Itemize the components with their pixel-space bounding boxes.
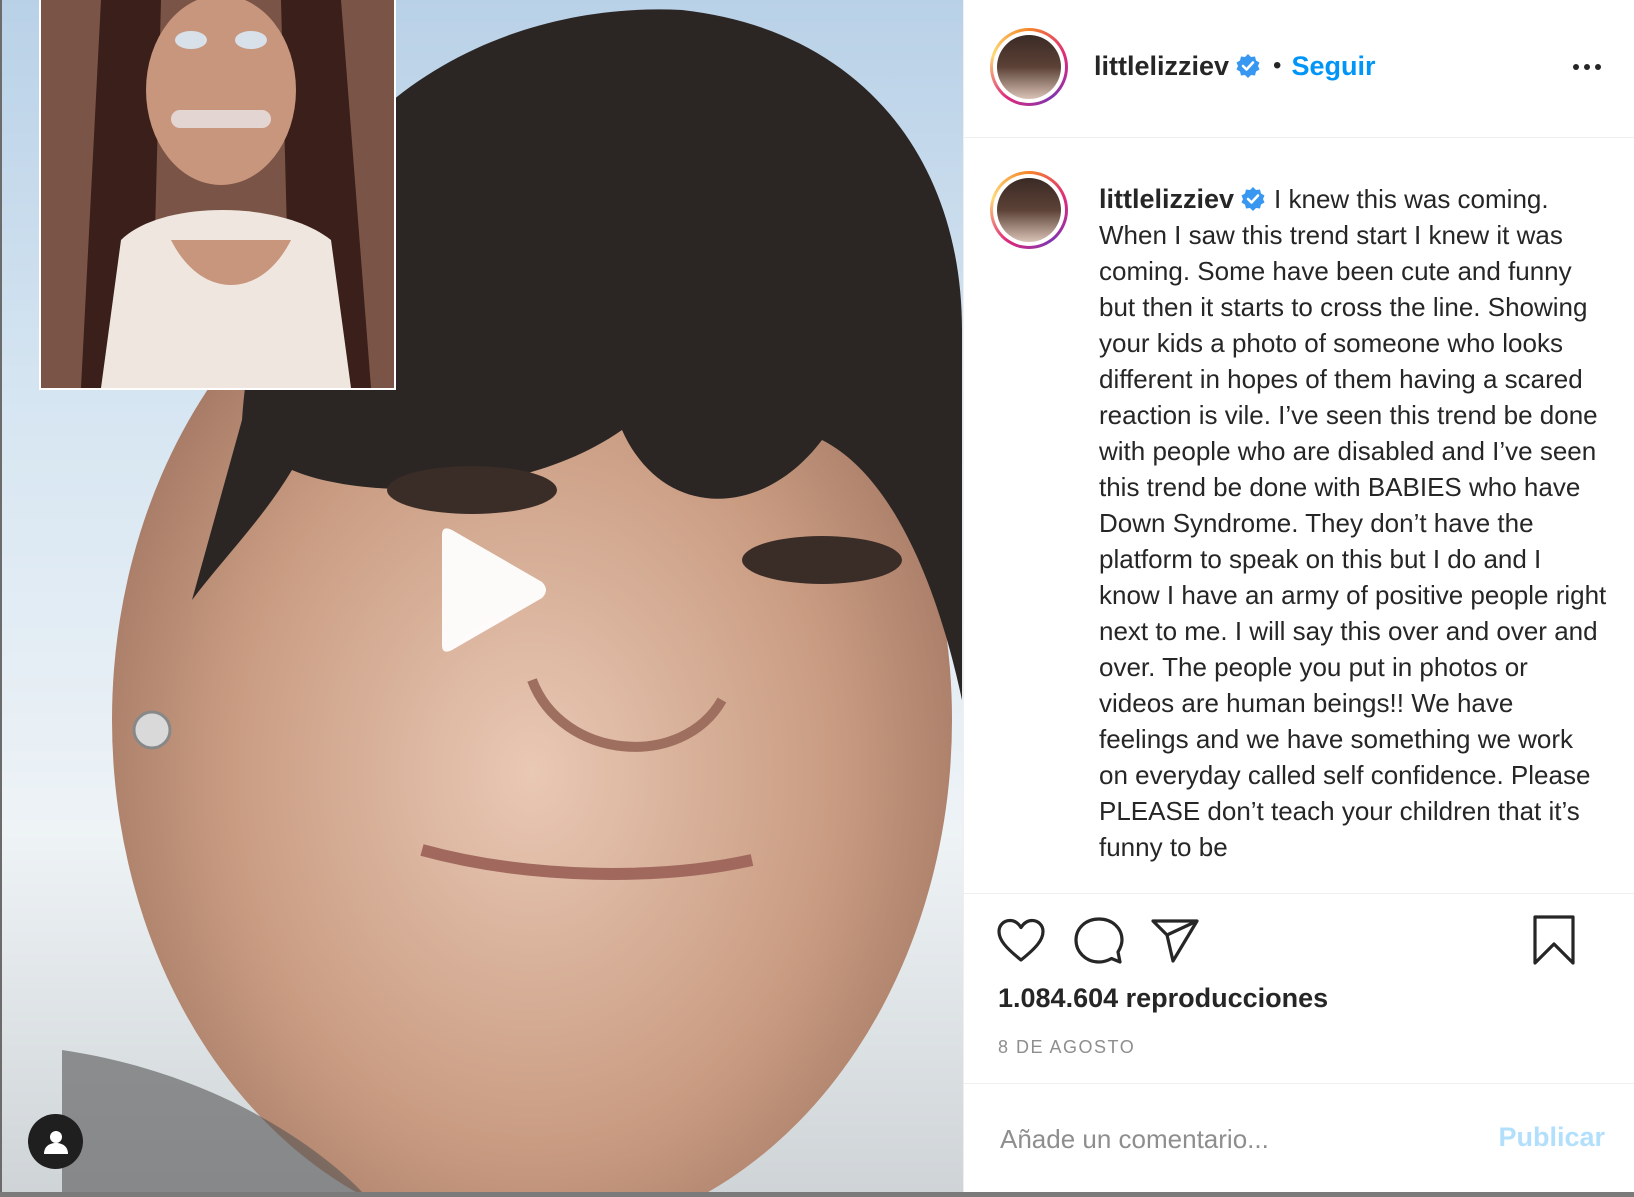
caption-text: I knew this was coming. When I saw this …	[1099, 184, 1607, 862]
separator-dot: •	[1273, 52, 1282, 79]
play-icon	[442, 528, 546, 652]
post-sidebar: littlelizziev • Seguir littlelizziev I kn…	[963, 0, 1634, 1192]
avatar-image	[997, 35, 1061, 99]
comment-section: Publicar	[964, 1083, 1634, 1192]
more-options-icon[interactable]	[1567, 52, 1607, 82]
verified-badge-icon	[1241, 187, 1265, 212]
post-header: littlelizziev • Seguir	[964, 0, 1634, 138]
caption-avatar-image	[997, 178, 1061, 242]
heart-icon[interactable]	[996, 918, 1046, 964]
view-count: 1.084.604 reproducciones	[998, 983, 1329, 1013]
caption-username-link[interactable]: littlelizziev	[1099, 184, 1234, 214]
header-user-line: littlelizziev • Seguir	[1094, 46, 1375, 86]
actions-section: 1.084.604 reproducciones 8 de agosto	[964, 893, 1634, 1083]
comment-icon[interactable]	[1074, 916, 1124, 966]
publish-button[interactable]: Publicar	[1498, 1122, 1605, 1153]
window-bottom-edge	[0, 1192, 1634, 1197]
bookmark-icon[interactable]	[1532, 914, 1576, 966]
post-media[interactable]	[2, 0, 963, 1192]
post-date[interactable]: 8 de agosto	[998, 1037, 1135, 1058]
inset-photo	[39, 0, 396, 390]
play-button[interactable]	[430, 525, 550, 655]
verified-badge-icon	[1236, 54, 1260, 78]
share-icon[interactable]	[1150, 918, 1200, 964]
user-tag-icon	[43, 1130, 68, 1154]
caption-scroll-area[interactable]: littlelizziev I knew this was coming. Whe…	[964, 139, 1634, 893]
avatar[interactable]	[990, 28, 1068, 106]
comment-input[interactable]	[998, 1110, 1482, 1168]
user-tag-button[interactable]	[28, 1114, 83, 1169]
caption-avatar[interactable]	[990, 171, 1068, 249]
caption: littlelizziev I knew this was coming. Whe…	[1099, 181, 1609, 865]
inset-photo-image	[41, 0, 394, 388]
follow-button[interactable]: Seguir	[1291, 51, 1375, 82]
username-link[interactable]: littlelizziev	[1094, 51, 1229, 82]
